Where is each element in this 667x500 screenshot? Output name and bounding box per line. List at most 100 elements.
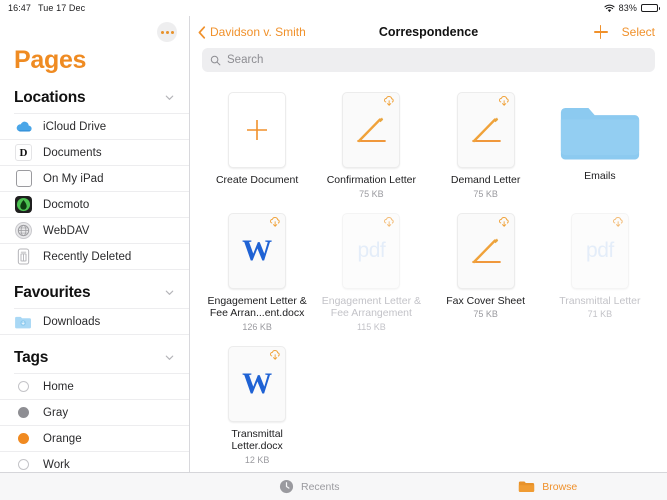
grid-item-fax-cover-sheet[interactable]: Fax Cover Sheet 75 KB [429,212,543,332]
grid-item-engagement-letter-pdf[interactable]: pdf Engagement Letter & Fee Arrangement … [314,212,428,332]
sidebar-tag-work[interactable]: Work [0,452,189,472]
file-size: 12 KB [244,454,270,465]
sidebar-section-tags[interactable]: Tags [0,342,189,373]
globe-icon [14,221,33,240]
file-name: Engagement Letter & Fee Arran...ent.docx [207,294,307,320]
file-size: 126 KB [242,321,272,332]
grid-item-demand-letter[interactable]: Demand Letter 75 KB [429,92,543,199]
sidebar-section-locations[interactable]: Locations [0,82,189,113]
chevron-down-icon[interactable] [164,287,175,298]
thumbnail: W [228,345,287,422]
file-name: Transmittal Letter.docx [231,427,283,453]
folder-icon [560,108,639,160]
grid-item-engagement-letter-docx[interactable]: W Engagement Letter & Fee Arran...ent.do… [200,212,314,332]
sidebar: Pages Locations iCloud Drive D Documents… [0,16,190,472]
sidebar-tag-orange[interactable]: Orange [0,426,189,452]
search-placeholder: Search [227,54,264,66]
file-name: Demand Letter [450,174,521,186]
file-size: 71 KB [587,309,613,319]
icloud-download-badge-icon[interactable] [269,216,282,228]
search-bar-container: Search [190,48,667,82]
tab-browse-label: Browse [542,480,578,493]
file-size: 75 KB [473,188,498,199]
grid-item-emails-folder[interactable]: Emails [543,92,657,199]
battery-icon [641,4,660,12]
sidebar-tag-home[interactable]: Home [0,374,189,400]
status-time: 16:47 [8,3,32,13]
status-bar: 16:47 Tue 17 Dec 83% [0,0,667,16]
tab-recents[interactable]: Recents [190,479,429,494]
documents-app-icon: D [14,143,33,162]
sidebar-item-docmoto[interactable]: Docmoto [0,192,189,218]
battery-percent-label: 83% [618,3,637,13]
icloud-download-badge-icon[interactable] [612,216,625,228]
app-body: Pages Locations iCloud Drive D Documents… [0,16,667,472]
ipad-icon [14,169,33,188]
tag-dot-icon [14,403,33,422]
file-size: 115 KB [356,321,386,332]
icloud-icon [14,117,33,136]
tab-bar: Recents Browse [0,472,667,500]
grid-item-confirmation-letter[interactable]: Confirmation Letter 75 KB [314,92,428,199]
status-bar-right: 83% [604,3,660,13]
chevron-down-icon[interactable] [164,352,175,363]
thumbnail: pdf [342,212,401,289]
clock-icon [279,479,294,494]
icloud-download-badge-icon[interactable] [269,349,282,361]
sidebar-item-label: Home [43,380,74,393]
sidebar-item-label: Gray [43,406,69,419]
content-pane: Davidson v. Smith Correspondence Select … [190,16,667,472]
sidebar-item-label: On My iPad [43,172,104,185]
file-name: Confirmation Letter [326,174,417,186]
section-title-favourites: Favourites [14,283,91,301]
icloud-download-badge-icon[interactable] [383,216,396,228]
tag-dot-icon [14,429,33,448]
sidebar-item-documents[interactable]: D Documents [0,140,189,166]
tab-browse[interactable]: Browse [429,480,667,493]
sidebar-item-downloads[interactable]: Downloads [0,309,189,335]
chevron-down-icon[interactable] [164,92,175,103]
sidebar-item-recently-deleted[interactable]: Recently Deleted [0,244,189,270]
new-document-tile [228,92,287,168]
thumbnail [456,92,515,168]
thumbnail: W [228,212,287,289]
sidebar-item-label: iCloud Drive [43,120,107,133]
file-name: Create Document [215,174,299,186]
grid-item-transmittal-letter-docx[interactable]: W Transmittal Letter.docx 12 KB [200,345,314,465]
app-title: Pages [14,46,87,74]
grid-item-create-document[interactable]: Create Document [200,92,314,199]
add-button[interactable] [593,25,608,39]
ellipsis-icon [160,30,164,34]
select-button[interactable]: Select [622,25,655,39]
grid-item-transmittal-letter-pdf[interactable]: pdf Transmittal Letter 71 KB [543,212,657,332]
search-icon [210,55,221,65]
file-name: Transmittal Letter [559,294,641,307]
icloud-download-badge-icon[interactable] [383,96,396,107]
icloud-download-badge-icon[interactable] [498,96,511,107]
icloud-download-badge-icon[interactable] [498,216,511,228]
sidebar-item-on-my-ipad[interactable]: On My iPad [0,166,189,192]
back-button[interactable]: Davidson v. Smith [198,25,306,39]
search-input[interactable]: Search [202,48,655,72]
sidebar-more-button[interactable] [157,22,177,42]
status-date: Tue 17 Dec [38,3,86,13]
thumbnail [228,92,287,168]
wifi-icon [604,4,615,12]
file-size: 75 KB [359,188,384,199]
file-name: Fax Cover Sheet [446,294,526,307]
ipad-files-app: 16:47 Tue 17 Dec 83% Pages Locations iCl… [0,0,667,500]
thumbnail [456,212,515,289]
sidebar-item-webdav[interactable]: WebDAV [0,218,189,244]
sidebar-toolbar [0,16,189,48]
navigation-bar-actions: Select [593,25,655,39]
sidebar-item-label: Downloads [43,315,101,328]
sidebar-item-icloud-drive[interactable]: iCloud Drive [0,114,189,140]
file-grid: Create Document Confirmation Letter 75 K… [190,82,667,465]
file-size: 75 KB [473,309,498,319]
sidebar-item-label: Orange [43,432,82,445]
sidebar-tag-gray[interactable]: Gray [0,400,189,426]
sidebar-section-favourites[interactable]: Favourites [0,277,189,308]
sidebar-item-label: Documents [43,146,102,159]
chevron-left-icon [198,25,206,39]
file-grid-scroll[interactable]: Create Document Confirmation Letter 75 K… [190,82,667,472]
